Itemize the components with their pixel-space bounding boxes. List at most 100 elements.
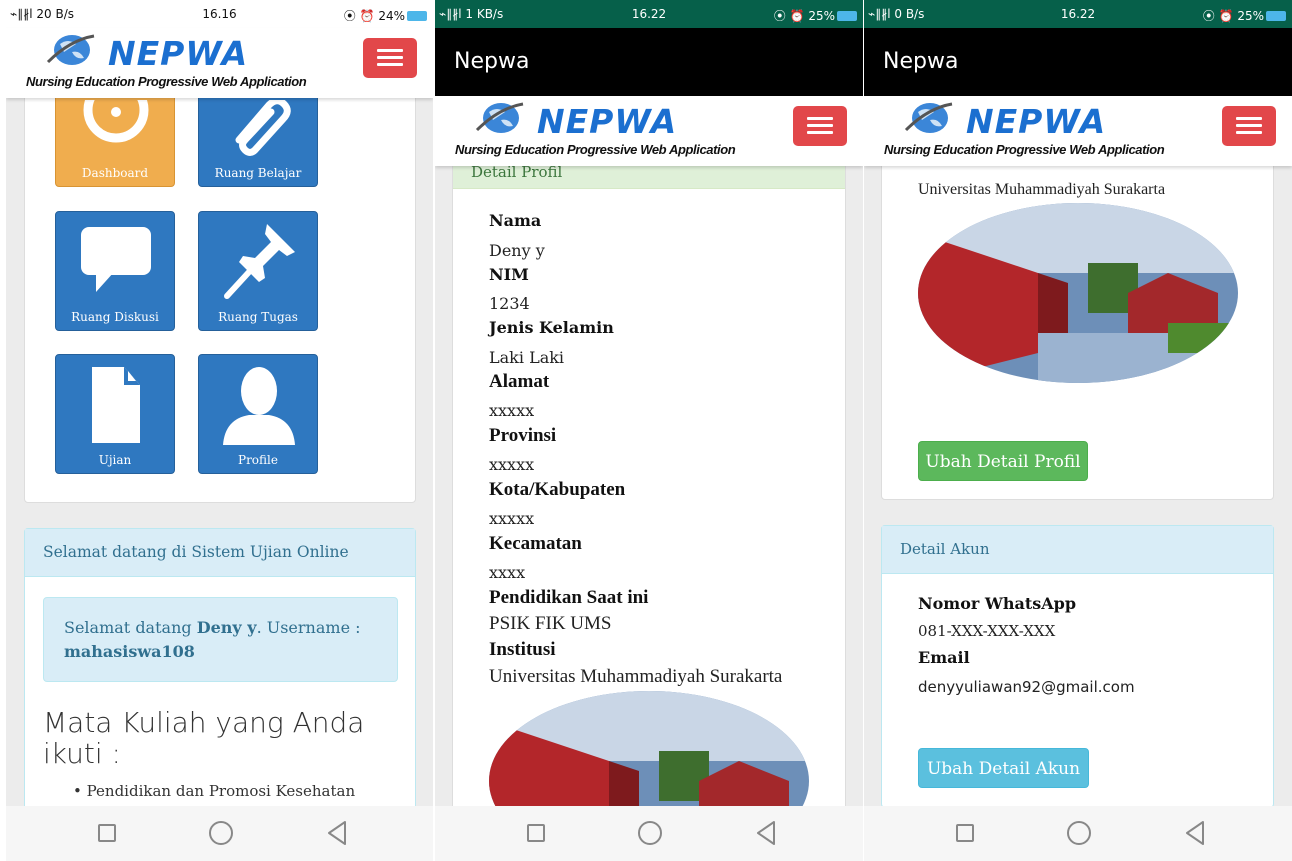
dashboard-icon (83, 100, 149, 143)
tile-label: Profile (238, 453, 278, 467)
tile-label: Ruang Tugas (218, 310, 298, 324)
status-bar: ⌁∥∦l 1 KB/s 16.22 ⦿ ⏰ 25% (435, 0, 863, 28)
battery-icon (837, 11, 857, 21)
account-detail-panel: Detail Akun Nomor WhatsApp 081-XXX-XXX-X… (881, 525, 1274, 808)
recent-apps-icon[interactable] (527, 824, 545, 842)
android-nav-bar (864, 806, 1292, 861)
home-icon[interactable] (1067, 821, 1091, 845)
phone-screen-account-detail: ⌁∥∦l 0 B/s 16.22 ⦿ ⏰ 25% Nepwa Universit… (864, 0, 1292, 861)
email-label: Email (918, 648, 970, 667)
account-panel-heading: Detail Akun (882, 526, 1273, 574)
user-name: Deny y (196, 618, 257, 637)
profile-detail-panel: Universitas Muhammadiyah Surakarta Ubah … (881, 150, 1274, 500)
tile-label: Ujian (98, 453, 132, 467)
user-icon (223, 367, 295, 445)
field-value: PSIK FIK UMS (489, 613, 612, 634)
brand-title: NEPWA (108, 34, 249, 73)
field-label: Nama (489, 211, 542, 230)
brand-header: NEPWA Nursing Education Progressive Web … (6, 28, 433, 98)
menu-toggle-button[interactable] (1222, 106, 1276, 146)
tile-ujian[interactable]: Ujian (55, 354, 175, 474)
username-value: mahasiswa108 (64, 642, 195, 661)
battery-status: ⦿ ⏰ 24% (344, 7, 427, 24)
field-label: Jenis Kelamin (489, 318, 614, 337)
whatsapp-label: Nomor WhatsApp (918, 594, 1077, 613)
field-label: Kota/Kabupaten (489, 479, 626, 500)
menu-card: Dashboard Ruang Belajar Ruang Diskusi Ru… (24, 89, 416, 503)
field-label: Alamat (489, 371, 550, 392)
greeting-text: Selamat datang (64, 618, 192, 637)
phone-screen-profile-detail: ⌁∥∦l 1 KB/s 16.22 ⦿ ⏰ 25% Nepwa Detail P… (435, 0, 863, 861)
brand-subtitle: Nursing Education Progressive Web Applic… (26, 74, 307, 89)
tile-label: Ruang Diskusi (71, 310, 159, 324)
edit-profile-button[interactable]: Ubah Detail Profil (918, 441, 1088, 481)
hamburger-icon (807, 117, 833, 120)
nepwa-logo-icon (475, 102, 524, 133)
tile-ruang-tugas[interactable]: Ruang Tugas (198, 211, 318, 331)
phone-screen-dashboard: ⌁∥∦l 20 B/s 16.16 ⦿ ⏰ 24% Dashboard Ruan… (6, 0, 433, 861)
status-bar: ⌁∥∦l 0 B/s 16.22 ⦿ ⏰ 25% (864, 0, 1292, 28)
username-label: . Username : (256, 618, 361, 637)
field-label: Pendidikan Saat ini (489, 587, 649, 608)
nepwa-logo-icon (904, 102, 953, 133)
brand-title: NEPWA (537, 102, 678, 141)
back-icon[interactable] (326, 820, 348, 846)
nepwa-logo-icon (46, 34, 95, 65)
hamburger-icon (377, 49, 403, 52)
menu-toggle-button[interactable] (793, 106, 847, 146)
edit-account-button[interactable]: Ubah Detail Akun (918, 748, 1089, 788)
field-label: Provinsi (489, 425, 557, 446)
course-list-item: • Pendidikan dan Promosi Kesehatan (73, 782, 356, 800)
brand-title: NEPWA (966, 102, 1107, 141)
brand-header: NEPWA Nursing Education Progressive Web … (435, 96, 863, 166)
profile-detail-panel: Detail Profil Nama Deny y NIM 1234 Jenis… (452, 150, 846, 861)
battery-icon (407, 11, 427, 21)
app-bar-title: Nepwa (864, 28, 1292, 96)
welcome-panel: Selamat datang di Sistem Ujian Online Se… (24, 528, 416, 828)
menu-toggle-button[interactable] (363, 38, 417, 78)
field-value: xxxxx (489, 401, 535, 420)
field-label: Kecamatan (489, 533, 582, 554)
field-value: xxxxx (489, 455, 535, 474)
tile-dashboard[interactable]: Dashboard (55, 89, 175, 187)
android-nav-bar (435, 806, 863, 861)
tile-label: Ruang Belajar (214, 166, 302, 180)
field-value: Universitas Muhammadiyah Surakarta (489, 666, 783, 687)
back-icon[interactable] (1184, 820, 1206, 846)
recent-apps-icon[interactable] (956, 824, 974, 842)
field-label: NIM (489, 265, 529, 284)
battery-status: ⦿ ⏰ 25% (1203, 7, 1286, 24)
pushpin-icon (224, 224, 295, 299)
chat-bubble-icon (81, 227, 151, 292)
field-value: xxxxx (489, 509, 535, 528)
battery-icon (1266, 11, 1286, 21)
recent-apps-icon[interactable] (98, 824, 116, 842)
tile-ruang-belajar[interactable]: Ruang Belajar (198, 89, 318, 187)
whatsapp-value: 081-XXX-XXX-XXX (918, 622, 1056, 640)
hamburger-icon (1236, 117, 1262, 120)
field-value: 1234 (489, 294, 530, 313)
tile-ruang-diskusi[interactable]: Ruang Diskusi (55, 211, 175, 331)
paperclip-icon (235, 100, 291, 156)
welcome-alert: Selamat datang Deny y. Username : mahasi… (43, 597, 398, 682)
field-value: Laki Laki (489, 348, 565, 367)
brand-subtitle: Nursing Education Progressive Web Applic… (884, 142, 1165, 157)
app-bar-title: Nepwa (435, 28, 863, 96)
field-value: Deny y (489, 241, 545, 260)
status-bar: ⌁∥∦l 20 B/s 16.16 ⦿ ⏰ 24% (6, 0, 433, 28)
courses-heading: Mata Kuliah yang Anda ikuti : (43, 706, 365, 770)
home-icon[interactable] (638, 821, 662, 845)
profile-photo (918, 203, 1238, 383)
back-icon[interactable] (755, 820, 777, 846)
brand-subtitle: Nursing Education Progressive Web Applic… (455, 142, 736, 157)
email-value: denyyuliawan92@gmail.com (918, 678, 1135, 696)
battery-status: ⦿ ⏰ 25% (774, 7, 857, 24)
institution-value: Universitas Muhammadiyah Surakarta (918, 181, 1166, 198)
document-icon (92, 367, 140, 443)
home-icon[interactable] (209, 821, 233, 845)
android-nav-bar (6, 806, 433, 861)
tile-profile[interactable]: Profile (198, 354, 318, 474)
tile-label: Dashboard (81, 166, 149, 180)
field-value: xxxx (489, 563, 526, 582)
field-label: Institusi (489, 639, 556, 660)
